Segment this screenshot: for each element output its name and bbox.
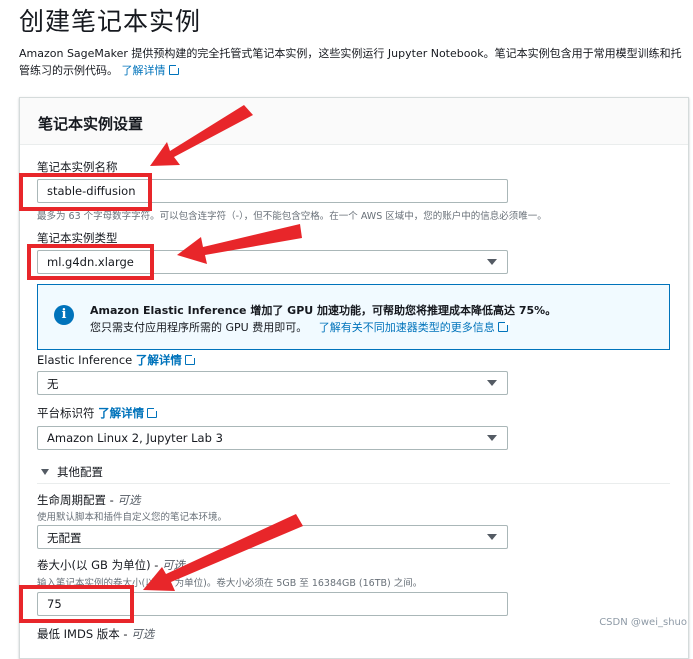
lifecycle-value: 无配置 [47, 531, 82, 545]
volume-label-text: 卷大小(以 GB 为单位) [37, 558, 151, 572]
elastic-inference-label: Elastic Inference 了解详情 [37, 352, 197, 368]
elastic-inference-select[interactable]: 无 [37, 371, 508, 395]
panel-title: 笔记本实例设置 [38, 115, 144, 133]
info-icon: i [54, 305, 74, 325]
lifecycle-label-text: 生命周期配置 [37, 493, 106, 507]
intro-learn-more-link[interactable]: 了解详情 [121, 63, 181, 77]
lifecycle-select[interactable]: 无配置 [37, 525, 508, 549]
type-label: 笔记本实例类型 [37, 231, 118, 245]
elastic-inference-info-alert: i Amazon Elastic Inference 增加了 GPU 加速功能，… [37, 284, 670, 350]
additional-config-toggle[interactable]: 其他配置 [41, 464, 103, 480]
intro-description: Amazon SageMaker 提供预构建的完全托管式笔记本实例，这些实例运行… [19, 47, 682, 77]
platform-label-text: 平台标识符 [37, 406, 95, 420]
dropdown-caret-icon [487, 380, 497, 386]
external-link-icon [147, 406, 160, 418]
ei-learn-more-link[interactable]: 了解详情 [135, 353, 197, 367]
elastic-inference-value: 无 [47, 377, 59, 391]
external-link-icon [184, 353, 197, 365]
optional-tag: 可选 [131, 627, 155, 641]
additional-config-label: 其他配置 [57, 465, 103, 479]
intro-learn-more-label: 了解详情 [121, 64, 166, 77]
elastic-inference-label-text: Elastic Inference [37, 353, 133, 367]
info-line-1: Amazon Elastic Inference 增加了 GPU 加速功能，可帮… [90, 304, 557, 317]
platform-label: 平台标识符 了解详情 [37, 405, 160, 421]
ei-learn-more-label: 了解详情 [135, 353, 182, 367]
platform-learn-more-link[interactable]: 了解详情 [98, 406, 160, 420]
dropdown-caret-icon [487, 534, 497, 540]
panel-header: 笔记本实例设置 [20, 98, 688, 145]
instance-type-select[interactable]: ml.g4dn.xlarge [37, 250, 508, 274]
dropdown-caret-icon [487, 259, 497, 265]
volume-label: 卷大小(以 GB 为单位) - 可选 [37, 558, 186, 572]
lifecycle-hint: 使用默认脚本和插件自定义您的笔记本环境。 [37, 512, 228, 523]
optional-tag: 可选 [162, 558, 186, 572]
watermark: CSDN @wei_shuo [599, 617, 687, 628]
instance-type-value: ml.g4dn.xlarge [47, 255, 134, 269]
intro-text: Amazon SageMaker 提供预构建的完全托管式笔记本实例，这些实例运行… [19, 45, 684, 79]
divider [37, 483, 670, 484]
imds-label-text: 最低 IMDS 版本 [37, 627, 120, 641]
external-link-icon [497, 320, 510, 332]
name-label: 笔记本实例名称 [37, 160, 118, 174]
lifecycle-label: 生命周期配置 - 可选 [37, 493, 141, 507]
external-link-icon [168, 63, 181, 75]
dropdown-caret-icon [487, 435, 497, 441]
info-line-2: 您只需支付应用程序所需的 GPU 费用即可。 了解有关不同加速器类型的更多信息 [90, 319, 510, 335]
name-hint: 最多为 63 个字母数字字符。可以包含连字符（-），但不能包含空格。在一个 AW… [37, 211, 547, 222]
platform-learn-more-label: 了解详情 [98, 406, 145, 420]
accelerator-types-link[interactable]: 了解有关不同加速器类型的更多信息 [318, 320, 510, 334]
volume-hint: 输入笔记本实例的卷大小(以 GB 为单位)。卷大小必须在 5GB 至 16384… [37, 578, 423, 589]
volume-size-input[interactable]: 75 [37, 592, 508, 616]
page-title: 创建笔记本实例 [19, 7, 202, 36]
platform-value: Amazon Linux 2, Jupyter Lab 3 [47, 431, 223, 445]
info-line-2-text: 您只需支付应用程序所需的 GPU 费用即可。 [90, 321, 308, 334]
optional-tag: 可选 [117, 493, 141, 507]
accelerator-types-label: 了解有关不同加速器类型的更多信息 [318, 321, 495, 334]
caret-down-icon [41, 469, 49, 475]
instance-name-input[interactable]: stable-diffusion [37, 179, 508, 203]
platform-select[interactable]: Amazon Linux 2, Jupyter Lab 3 [37, 426, 508, 450]
